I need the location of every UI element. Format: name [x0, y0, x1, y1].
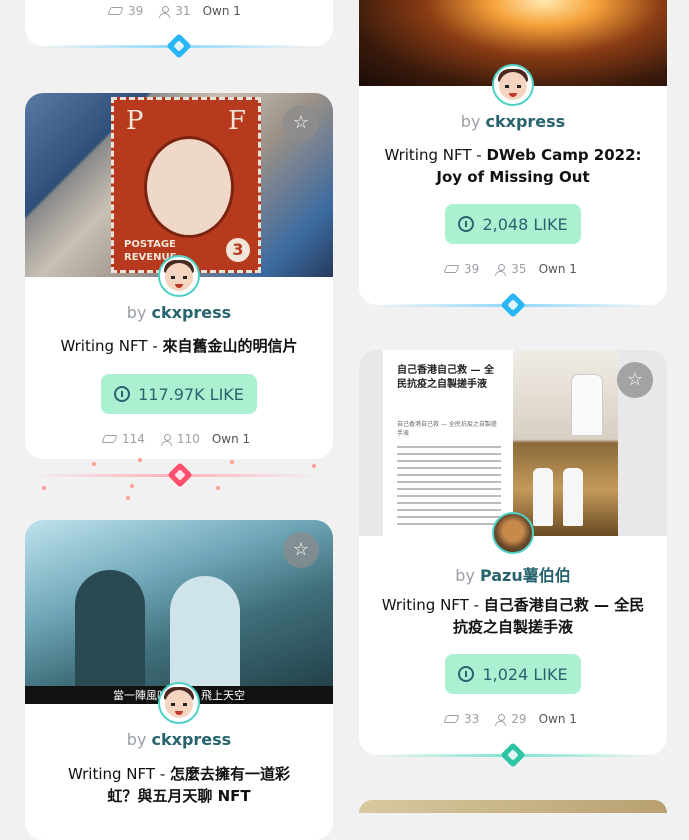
like-count: 117.97K LIKE	[138, 384, 244, 404]
like-count: 2,048 LIKE	[482, 214, 568, 234]
layers-icon	[101, 435, 118, 443]
layers-icon	[107, 7, 124, 15]
author-byline: by ckxpress	[25, 730, 333, 749]
card-stats: 33 29 Own 1	[443, 712, 577, 726]
owners-count: 110	[176, 432, 200, 446]
article-body	[397, 446, 501, 526]
title-prefix: Writing NFT -	[60, 337, 163, 355]
tier-gem-red-icon	[167, 462, 193, 488]
stamp-letter-f: F	[227, 106, 246, 136]
like-info-icon	[114, 386, 131, 402]
author-avatar[interactable]	[492, 512, 534, 554]
layers-icon	[443, 715, 460, 723]
author-name[interactable]: ckxpress	[152, 303, 232, 322]
title-prefix: Writing NFT -	[384, 146, 487, 164]
like-button[interactable]: 117.97K LIKE	[101, 374, 257, 414]
editions-count: 39	[128, 4, 144, 18]
bottles-photo	[513, 350, 618, 536]
stamp-postage: POSTAGE	[124, 239, 176, 250]
editions-count: 39	[464, 262, 480, 276]
nft-title[interactable]: Writing NFT - 怎麼去擁有一道彩虹？與五月天聊 NFT	[55, 763, 303, 807]
sparkle-dot	[216, 486, 220, 490]
author-byline: by Pazu薯伯伯	[359, 562, 667, 586]
nft-card-postcard[interactable]: P F POSTAGE REVENUE 3 ☆ by ckxpress Writ…	[25, 93, 333, 459]
sparkle-dot	[138, 458, 142, 462]
nft-card-dweb[interactable]: by ckxpress Writing NFT - DWeb Camp 2022…	[359, 0, 667, 305]
like-info-icon	[458, 666, 475, 682]
sparkle-dot	[130, 484, 134, 488]
author-byline: by ckxpress	[359, 112, 667, 131]
card-stats: 39 31 Own 1	[107, 4, 241, 18]
own-count: Own 1	[211, 432, 251, 446]
title-prefix: Writing NFT -	[381, 596, 484, 614]
author-avatar[interactable]	[158, 682, 200, 724]
like-button[interactable]: 2,048 LIKE	[445, 204, 581, 244]
owners-count: 29	[511, 712, 527, 726]
like-info-icon	[458, 216, 475, 232]
nft-card-next[interactable]	[359, 800, 667, 813]
article-subhead: 自己香港自己救 — 全民抗疫之自製搓手液	[397, 421, 497, 437]
like-count: 1,024 LIKE	[482, 664, 568, 684]
card-stats: 114 110 Own 1	[101, 432, 251, 446]
nft-title[interactable]: Writing NFT - 來自舊金山的明信片	[40, 335, 318, 357]
editions-count: 33	[464, 712, 480, 726]
author-name[interactable]: ckxpress	[486, 112, 566, 131]
stamp-portrait	[144, 136, 234, 238]
author-name[interactable]: ckxpress	[152, 730, 232, 749]
owners-count: 31	[175, 4, 191, 18]
sparkle-dot	[230, 460, 234, 464]
card-stats: 39 35 Own 1	[443, 262, 577, 276]
user-icon	[495, 263, 507, 276]
bottle	[533, 468, 553, 526]
arch-left	[75, 570, 145, 704]
user-icon	[159, 5, 171, 18]
star-icon[interactable]: ☆	[617, 362, 653, 398]
own-count: Own 1	[538, 712, 577, 726]
layers-icon	[443, 265, 460, 273]
article-paper: 自己香港自己救 — 全民抗疫之自製搓手液 自己香港自己救 — 全民抗疫之自製搓手…	[383, 350, 513, 536]
sparkle-dot	[42, 486, 46, 490]
owners-count: 35	[511, 262, 527, 276]
user-icon	[160, 433, 172, 446]
article-headline: 自己香港自己救 — 全民抗疫之自製搓手液	[397, 365, 494, 390]
nft-card-rainbow[interactable]: 當一陣風吹 飛上天空 ☆ by ckxpress Writing NFT - 怎…	[25, 520, 333, 840]
own-count: Own 1	[538, 262, 577, 276]
user-icon	[495, 713, 507, 726]
own-count: Own 1	[202, 4, 241, 18]
sparkle-dot	[312, 464, 316, 468]
like-button[interactable]: 1,024 LIKE	[445, 654, 581, 694]
title-prefix: Writing NFT -	[67, 765, 171, 783]
stamp-value: 3	[226, 238, 250, 262]
author-avatar[interactable]	[492, 64, 534, 106]
bottle	[563, 468, 583, 526]
stamp: P F POSTAGE REVENUE 3	[111, 97, 261, 273]
sparkle-dot	[126, 496, 130, 500]
by-label: by	[460, 112, 481, 131]
bottle	[571, 374, 603, 436]
by-label: by	[126, 303, 147, 322]
author-byline: by ckxpress	[25, 303, 333, 322]
author-name[interactable]: Pazu薯伯伯	[480, 566, 571, 585]
by-label: by	[126, 730, 147, 749]
nft-title[interactable]: Writing NFT - 自己香港自己救 — 全民抗疫之自製搓手液	[381, 594, 645, 638]
nft-title[interactable]: Writing NFT - DWeb Camp 2022: Joy of Mis…	[384, 144, 642, 188]
editions-count: 114	[122, 432, 145, 446]
star-icon[interactable]: ☆	[283, 105, 319, 141]
title-text: 來自舊金山的明信片	[162, 337, 298, 355]
stamp-letter-p: P	[126, 106, 144, 136]
sparkle-dot	[92, 462, 96, 466]
star-icon[interactable]: ☆	[283, 532, 319, 568]
by-label: by	[455, 566, 475, 585]
author-avatar[interactable]	[158, 255, 200, 297]
nft-card-sanitizer[interactable]: 自己香港自己救 — 全民抗疫之自製搓手液 自己香港自己救 — 全民抗疫之自製搓手…	[359, 350, 667, 755]
